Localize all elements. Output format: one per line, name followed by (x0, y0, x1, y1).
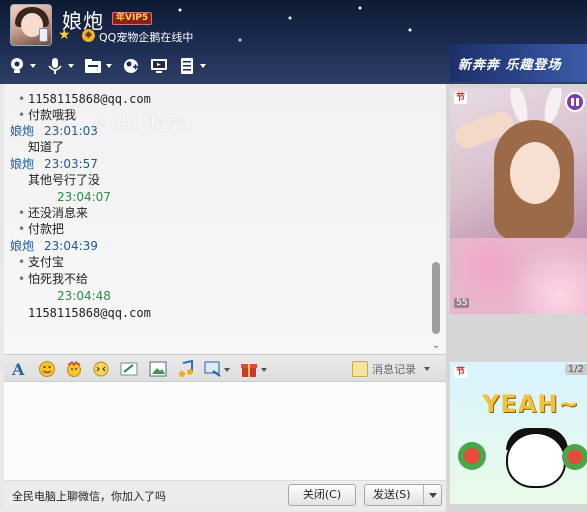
chat-history[interactable]: e old days. 1158115868@qq.com 付款哦我 娘炮 23:… (4, 84, 446, 354)
message-time: 23:01:03 (44, 124, 98, 138)
history-icon (352, 361, 368, 377)
history-label: 消息记录 (372, 363, 416, 376)
message-input[interactable] (4, 382, 446, 480)
message-header: 娘炮 23:04:39 (10, 239, 98, 254)
message-time: 23:04:48 (57, 289, 111, 303)
status-text: QQ宠物企鹅在线中 (99, 31, 194, 44)
show-logo-tag: 节 (454, 92, 468, 104)
input-toolbar: A 消息记录 (4, 354, 446, 382)
video-call-button[interactable] (8, 56, 36, 76)
sender-name[interactable]: 娘炮 (10, 124, 34, 138)
shake-icon[interactable] (92, 360, 110, 378)
message-time: 23:03:57 (44, 157, 98, 171)
chat-background-watermark: e old days. (94, 112, 192, 133)
screen-share-button[interactable] (150, 56, 168, 76)
message-time: 23:04:39 (44, 239, 98, 253)
message-line: 知道了 (28, 140, 65, 154)
show-photo-panel[interactable]: 节 55 (450, 88, 587, 314)
svg-text:A: A (11, 360, 25, 378)
show-animation-panel[interactable]: 节 1/2 YEAH~ (450, 362, 587, 504)
add-user-icon (124, 59, 138, 73)
chevron-down-icon[interactable] (261, 368, 267, 372)
collapse-icon[interactable]: ⌄ (432, 340, 440, 351)
message-line: 付款哦我 (18, 108, 76, 123)
chevron-down-icon (68, 64, 74, 68)
message-header: 娘炮 23:01:03 (10, 124, 98, 139)
microphone-icon (48, 58, 62, 74)
star-icon[interactable]: ★ (58, 28, 73, 43)
page-indicator[interactable]: 1/2 (564, 364, 587, 375)
vip-badge[interactable]: 年VIP5 (112, 12, 153, 25)
avatar[interactable] (10, 4, 52, 46)
magic-face-icon[interactable] (65, 360, 83, 378)
send-options-chevron[interactable] (423, 485, 441, 505)
camera-icon (11, 58, 23, 73)
message-line: 1158115868@qq.com (18, 92, 151, 107)
more-apps-button[interactable] (178, 56, 206, 76)
message-line: 支付宝 (18, 255, 64, 270)
message-line: 还没消息来 (18, 206, 88, 221)
chevron-down-icon (30, 64, 36, 68)
message-line: 怕死我不给 (18, 272, 88, 287)
folder-icon (85, 59, 101, 73)
chat-scrollbar-thumb[interactable] (432, 262, 440, 334)
message-header: 娘炮 23:03:57 (10, 157, 98, 172)
message-line: 付款把 (18, 222, 64, 237)
sender-name[interactable]: 娘炮 (10, 239, 34, 253)
image-icon[interactable] (149, 360, 167, 378)
thumbs-up-count[interactable]: 55 (454, 298, 470, 308)
ad-banner-top[interactable]: 新奔奔 乐趣登场 (450, 44, 587, 82)
show-logo-tag: 节 (454, 366, 468, 378)
chevron-down-icon (424, 367, 430, 371)
bottom-bar: 全民电脑上聊微信，你加入了吗 关闭(C) 发送(S) (4, 480, 446, 510)
font-icon[interactable]: A (10, 360, 28, 378)
music-icon[interactable] (177, 360, 195, 378)
chevron-down-icon[interactable] (224, 368, 230, 372)
mobile-online-icon (39, 28, 48, 42)
file-transfer-button[interactable] (84, 56, 112, 76)
message-line: 1158115868@qq.com (28, 306, 151, 320)
doodle-icon[interactable] (120, 360, 138, 378)
qq-pet-icon[interactable]: ◆ (82, 29, 95, 42)
list-icon (181, 58, 193, 74)
close-button[interactable]: 关闭(C) (288, 484, 356, 506)
chevron-down-icon (200, 64, 206, 68)
monitor-icon (151, 59, 167, 73)
send-button[interactable]: 发送(S) (364, 484, 442, 506)
add-contact-button[interactable] (122, 56, 140, 76)
send-label: 发送(S) (373, 488, 411, 501)
emoji-icon[interactable] (38, 360, 56, 378)
chevron-down-icon (106, 64, 112, 68)
message-history-button[interactable]: 消息记录 (352, 361, 430, 377)
cartoon-caption: YEAH~ (482, 390, 580, 418)
message-line: 其他号行了没 (28, 173, 101, 187)
pause-icon[interactable] (565, 92, 585, 112)
gift-icon[interactable] (240, 360, 258, 378)
sender-name[interactable]: 娘炮 (10, 157, 34, 171)
header-toolbar (8, 55, 206, 77)
message-time: 23:04:07 (57, 190, 111, 204)
voice-call-button[interactable] (46, 56, 74, 76)
promo-ticker[interactable]: 全民电脑上聊微信，你加入了吗 (12, 488, 166, 504)
screenshot-icon[interactable] (204, 360, 222, 378)
